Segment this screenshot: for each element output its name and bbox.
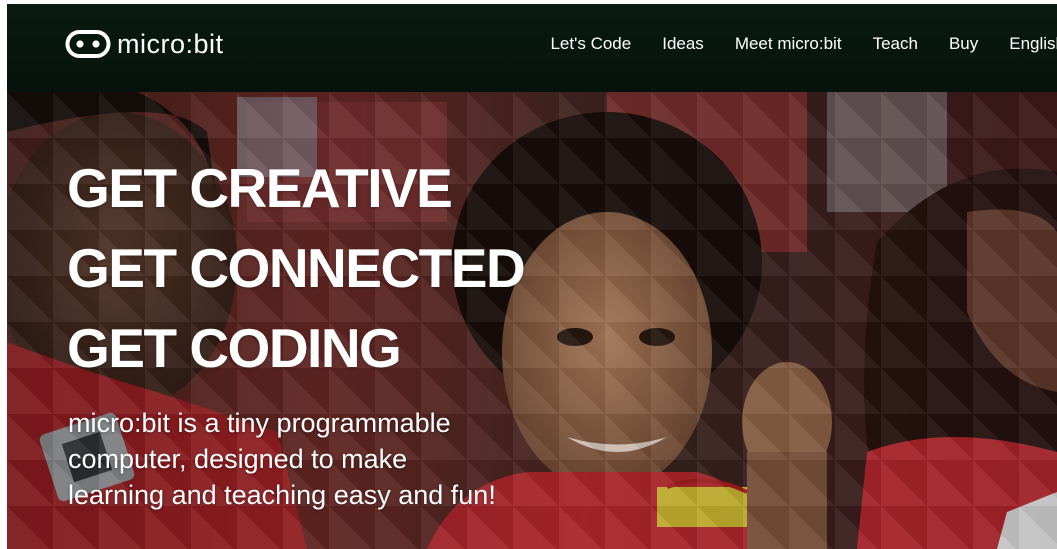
tagline-line-2: computer, designed to make	[68, 444, 408, 474]
hero-tagline: micro:bit is a tiny programmable compute…	[68, 405, 548, 513]
headline-line-2: GET CONNECTED	[67, 237, 526, 299]
nav-buy[interactable]: Buy	[949, 34, 978, 54]
nav-ideas[interactable]: Ideas	[662, 34, 704, 54]
nav-language-english[interactable]: English	[1009, 34, 1057, 54]
tagline-line-3: learning and teaching easy and fun!	[68, 480, 496, 510]
microbit-logo-icon	[65, 30, 111, 58]
headline-line-3: GET CODING	[67, 317, 402, 379]
hero-banner: GET CREATIVE GET CONNECTED GET CODING mi…	[7, 92, 1057, 549]
microbit-logo-link[interactable]: micro:bit	[65, 26, 224, 62]
main-nav: Let's Code Ideas Meet micro:bit Teach Bu…	[519, 4, 1057, 84]
hero-headline: GET CREATIVE GET CONNECTED GET CODING	[67, 148, 526, 388]
nav-meet-microbit[interactable]: Meet micro:bit	[735, 34, 842, 54]
headline-line-1: GET CREATIVE	[67, 157, 453, 219]
tagline-line-1: micro:bit is a tiny programmable	[68, 408, 451, 438]
page-frame: micro:bit Let's Code Ideas Meet micro:bi…	[7, 4, 1057, 549]
nav-teach[interactable]: Teach	[873, 34, 918, 54]
logo-text: micro:bit	[117, 28, 224, 59]
nav-lets-code[interactable]: Let's Code	[550, 34, 631, 54]
top-navbar: micro:bit Let's Code Ideas Meet micro:bi…	[7, 4, 1057, 92]
